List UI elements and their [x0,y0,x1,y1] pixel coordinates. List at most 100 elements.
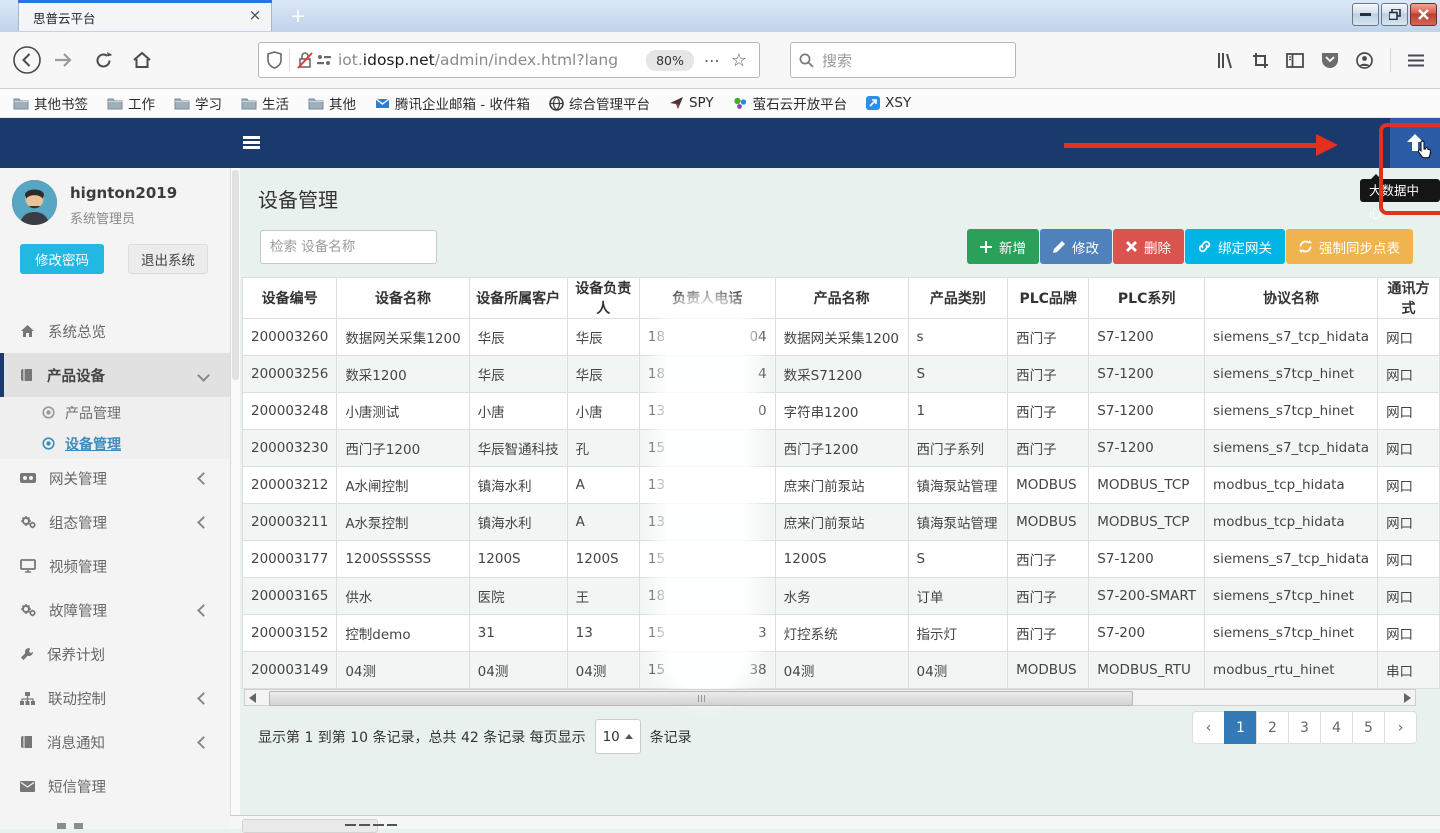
page-button-3[interactable]: 3 [1288,711,1321,744]
scroll-left-arrow[interactable] [249,693,256,703]
reload-icon[interactable] [82,51,124,70]
table-cell: 西门子 [1008,578,1089,615]
bookmark-item[interactable]: 工作 [107,93,155,113]
修改-button[interactable]: 修改 [1040,229,1112,264]
sidebar-scrollbar[interactable] [230,168,240,829]
bookmark-item[interactable]: 学习 [174,93,222,113]
column-header[interactable]: 设备名称 [337,278,469,319]
logout-button[interactable]: 退出系统 [128,244,208,274]
sidebar-item-保养计划[interactable]: 保养计划 [0,632,230,676]
scrollbar-thumb[interactable] [269,691,1133,706]
column-header[interactable]: 设备负责人 [567,278,639,319]
bookmark-item[interactable]: SPY [669,95,714,111]
bookmark-label: 工作 [128,93,155,113]
sidebar-item-消息通知[interactable]: 消息通知 [0,720,230,764]
forward-icon[interactable] [44,52,82,68]
sidebar-item-组态管理[interactable]: 组态管理 [0,500,230,544]
table-row[interactable]: 200003212A水闸控制镇海水利A13庶来门前泵站镇海泵站管理MODBUSM… [243,467,1440,504]
insecure-lock-icon[interactable] [297,51,313,69]
column-header[interactable]: PLC系列 [1089,278,1205,319]
minimize-button[interactable] [1352,3,1379,26]
bookmark-item[interactable]: 其他书签 [13,93,88,113]
sidebar-item-系统总览[interactable]: 系统总览 [0,309,230,353]
column-header[interactable]: 设备编号 [243,278,337,319]
新增-button[interactable]: 新增 [967,229,1039,264]
new-tab-button[interactable]: + [284,4,312,28]
close-button[interactable] [1410,3,1437,26]
table-row[interactable]: 200003256数采1200华辰华辰184数采S71200S西门子S7-120… [243,356,1440,393]
sidebar-toggle-icon[interactable] [1286,53,1304,68]
bookmark-star-icon[interactable]: ☆ [731,50,747,71]
device-search-input[interactable] [260,230,437,264]
shield-icon[interactable] [267,51,282,69]
bookmark-item[interactable]: 腾讯企业邮箱 - 收件箱 [375,93,530,113]
page-next-button[interactable]: › [1384,711,1417,744]
table-row[interactable]: 200003248小唐测试小唐小唐130字符串12001西门子S7-1200si… [243,393,1440,430]
bookmark-item[interactable]: 综合管理平台 [549,93,650,113]
page-button-1[interactable]: 1 [1224,711,1257,744]
url-bar[interactable]: iot.idosp.net/admin/index.html?lang 80% … [258,42,760,78]
table-row[interactable]: 200003165供水医院王18水务订单西门子S7-200-SMARTsieme… [243,578,1440,615]
back-icon[interactable] [10,45,44,75]
browser-search-box[interactable]: 搜索 [790,42,1016,78]
account-icon[interactable] [1356,52,1373,69]
column-header[interactable]: 产品类别 [908,278,1008,319]
sidebar-item-网关管理[interactable]: 网关管理 [0,456,230,500]
sidebar-item-产品设备[interactable]: 产品设备 [0,353,230,397]
sidebar-item-故障管理[interactable]: 故障管理 [0,588,230,632]
删除-button[interactable]: 删除 [1113,229,1184,264]
horizontal-scrollbar[interactable] [244,689,1416,706]
sidebar-subitem-产品管理[interactable]: 产品管理 [0,397,230,428]
restore-button[interactable] [1381,3,1408,26]
page-prev-button[interactable]: ‹ [1192,711,1225,744]
url-text: iot.idosp.net/admin/index.html?lang [338,51,642,69]
table-cell: 华辰 [567,319,639,356]
avatar[interactable] [12,180,57,225]
sidebar-item-短信管理[interactable]: 短信管理 [0,764,230,808]
table-row[interactable]: 200003211A水泵控制镇海水利A13庶来门前泵站镇海泵站管理MODBUSM… [243,504,1440,541]
change-password-button[interactable]: 修改密码 [20,244,104,274]
bookmark-item[interactable]: XSY [866,95,911,111]
bookmark-item[interactable]: 其他 [308,93,356,113]
page-button-5[interactable]: 5 [1352,711,1385,744]
table-row[interactable]: 200003260数据网关采集1200华辰华辰1804数据网关采集1200s西门… [243,319,1440,356]
scroll-right-arrow[interactable] [1404,693,1411,703]
column-header[interactable]: 通讯方式 [1378,278,1440,319]
page-actions-icon[interactable]: ⋯ [704,51,721,70]
sidebar-item-视频管理[interactable]: 视频管理 [0,544,230,588]
menu-icon[interactable] [1408,54,1424,67]
column-header[interactable]: 协议名称 [1205,278,1378,319]
column-header[interactable]: 设备所属客户 [469,278,567,319]
table-row[interactable]: 200003152控制demo3113153灯控系统指示灯西门子S7-200si… [243,615,1440,652]
zoom-level-badge[interactable]: 80% [646,50,694,71]
page-size-dropdown[interactable]: 10 [595,719,641,754]
sidebar-subitem-设备管理[interactable]: 设备管理 [0,428,230,459]
bookmark-item[interactable]: 生活 [241,93,289,113]
tab-close-icon[interactable]: × [245,5,265,25]
绑定网关-button[interactable]: 绑定网关 [1185,229,1285,264]
sidebar-item-label: 短信管理 [48,776,106,797]
home-icon[interactable] [124,51,160,70]
permissions-icon[interactable] [317,54,331,66]
browser-tab[interactable]: 思普云平台 × [18,0,272,31]
book-icon [20,735,34,749]
page-button-4[interactable]: 4 [1320,711,1353,744]
user-role: 系统管理员 [70,208,135,227]
spy-icon [669,96,684,110]
pocket-icon[interactable] [1321,52,1339,68]
强制同步点表-button[interactable]: 强制同步点表 [1286,229,1413,264]
table-cell: 小唐测试 [337,393,469,430]
page-button-2[interactable]: 2 [1256,711,1289,744]
library-icon[interactable] [1217,52,1235,69]
screenshot-icon[interactable] [1252,52,1269,69]
sidebar-item-联动控制[interactable]: 联动控制 [0,676,230,720]
column-header[interactable]: 产品名称 [775,278,908,319]
table-cell: 200003248 [243,393,337,430]
sidebar-collapse-icon[interactable] [243,136,260,149]
bookmark-item[interactable]: 萤石云开放平台 [733,93,848,113]
column-header[interactable]: PLC品牌 [1008,278,1089,319]
phone-fragment-left: 13 [648,514,665,530]
table-row[interactable]: 2000031771200SSSSSS1200S1200S151200SS西门子… [243,541,1440,578]
table-row[interactable]: 20000314904测04测04测153804测04测MODBUSMODBUS… [243,652,1440,689]
table-row[interactable]: 200003230西门子1200华辰智通科技孔15西门子1200西门子系列西门子… [243,430,1440,467]
